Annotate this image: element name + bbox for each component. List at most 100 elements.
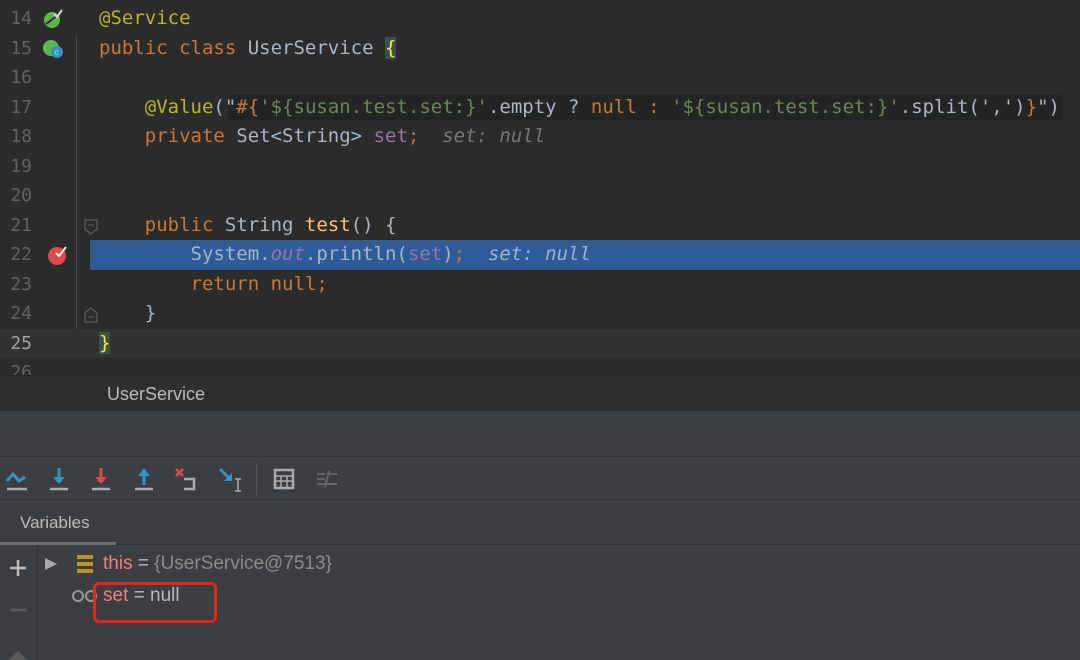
code-token: .split(',') [899,95,1026,118]
run-to-cursor-icon[interactable] [216,465,244,493]
spring-bean-icon [44,9,63,28]
line-number: 17 [10,96,32,118]
code-token: UserService [247,36,385,59]
code-token: out [270,243,305,265]
code-line[interactable]: 17 @Value("#{'${susan.test.set:}'.empty … [0,93,1080,123]
debugger-toolbar [0,456,1080,500]
line-number: 19 [10,155,32,177]
step-out-icon[interactable] [130,465,158,493]
line-number: 18 [10,126,32,147]
code-text: @Value("#{'${susan.test.set:}'.empty ? n… [99,93,1060,123]
spring-bean-class-icon: c [43,40,63,58]
line-number: 23 [10,273,32,295]
line-number: 22 [10,244,32,265]
code-text: System.out.println(set); set: null [99,240,591,270]
code-token: .println( [304,243,408,265]
code-token: ) [442,243,454,265]
code-token: #{ [236,95,260,118]
code-token: () { [350,213,397,236]
code-line[interactable]: 23 return null; [0,270,1080,300]
code-token: Set<String> [236,125,374,147]
code-text: private Set<String> set; set: null [99,122,545,152]
variable-row[interactable]: this = {UserService@7513} [103,553,332,575]
code-line[interactable]: 19 [0,152,1080,182]
line-number: 15 [10,37,32,59]
expand-arrow-icon[interactable] [43,556,59,572]
code-token: @Service [99,7,191,29]
code-text: public String test() { [99,211,397,241]
tab-variables[interactable]: Variables [0,500,1080,545]
step-over-icon[interactable] [3,465,31,493]
line-number: 25 [10,332,32,354]
move-up-icon[interactable] [8,645,28,660]
breadcrumb-item[interactable]: UserService [107,384,205,405]
code-text: } [99,329,111,359]
code-token: set: null [419,125,546,147]
code-token: test [304,213,351,236]
code-line[interactable]: 16 [0,63,1080,93]
code-text: public class UserService { [99,34,397,64]
code-token: .empty ? [487,95,591,118]
code-line[interactable]: 22 System.out.println(set); set: null [0,240,1080,270]
code-token: (" [213,95,237,118]
line-number: 21 [10,214,32,236]
code-token: System. [190,243,271,265]
code-token: { [385,36,397,59]
line-number: 20 [10,185,32,206]
code-line[interactable]: 21 public String test() { [0,211,1080,241]
code-token: } [1025,95,1038,118]
code-line[interactable]: 26 [0,358,1080,375]
code-token: set [373,125,408,147]
trace-icon[interactable] [313,465,341,493]
calculator-icon[interactable] [270,465,298,493]
highlight-annotation-box [93,582,217,623]
code-line[interactable]: 18 private Set<String> set; set: null [0,122,1080,152]
code-token: '${susan.test.set:}' [671,95,900,118]
variable-equals: = [132,553,155,574]
code-token: } [144,302,157,324]
code-token: return null; [190,272,328,295]
breadcrumb[interactable]: UserService [0,375,1080,411]
code-token: set [407,243,443,265]
line-number: 14 [10,8,32,29]
remove-icon[interactable] [8,600,28,620]
code-text: return null; [99,270,328,300]
force-step-into-icon[interactable] [87,465,115,493]
fold-icon[interactable] [84,307,98,323]
fold-icon[interactable] [84,219,98,235]
code-token: set: null [465,243,591,265]
code-token: '${susan.test.set:}' [259,95,488,118]
code-text: } [99,299,156,329]
code-token: public [144,213,225,236]
code-line[interactable]: 15 public class UserService { [0,34,1080,64]
code-line[interactable]: 24 } [0,299,1080,329]
breakpoint-icon[interactable] [46,244,70,266]
code-token: ; [453,243,466,265]
code-line[interactable]: 20 [0,181,1080,211]
add-icon[interactable] [8,558,28,578]
drop-frame-icon[interactable] [172,465,200,493]
step-into-icon[interactable] [45,465,73,493]
code-token: public class [99,36,248,59]
svg-text:c: c [55,48,59,57]
variable-name: this [103,553,133,574]
code-text: @Service [99,4,191,34]
code-line[interactable]: 25} [0,328,1080,359]
code-token: private [144,125,237,147]
code-editor[interactable]: 14 @Service 15 public class UserService {16… [0,0,1080,375]
variable-value: {UserService@7513} [154,553,332,574]
object-field-icon [77,555,93,573]
line-number: 16 [10,67,32,88]
toolbar-separator [256,463,257,495]
watch-side-toolbar [0,545,38,660]
code-line[interactable]: 14 @Service [0,4,1080,34]
code-token: String [224,213,305,236]
code-token: ") [1037,95,1060,118]
code-token: } [99,331,111,354]
